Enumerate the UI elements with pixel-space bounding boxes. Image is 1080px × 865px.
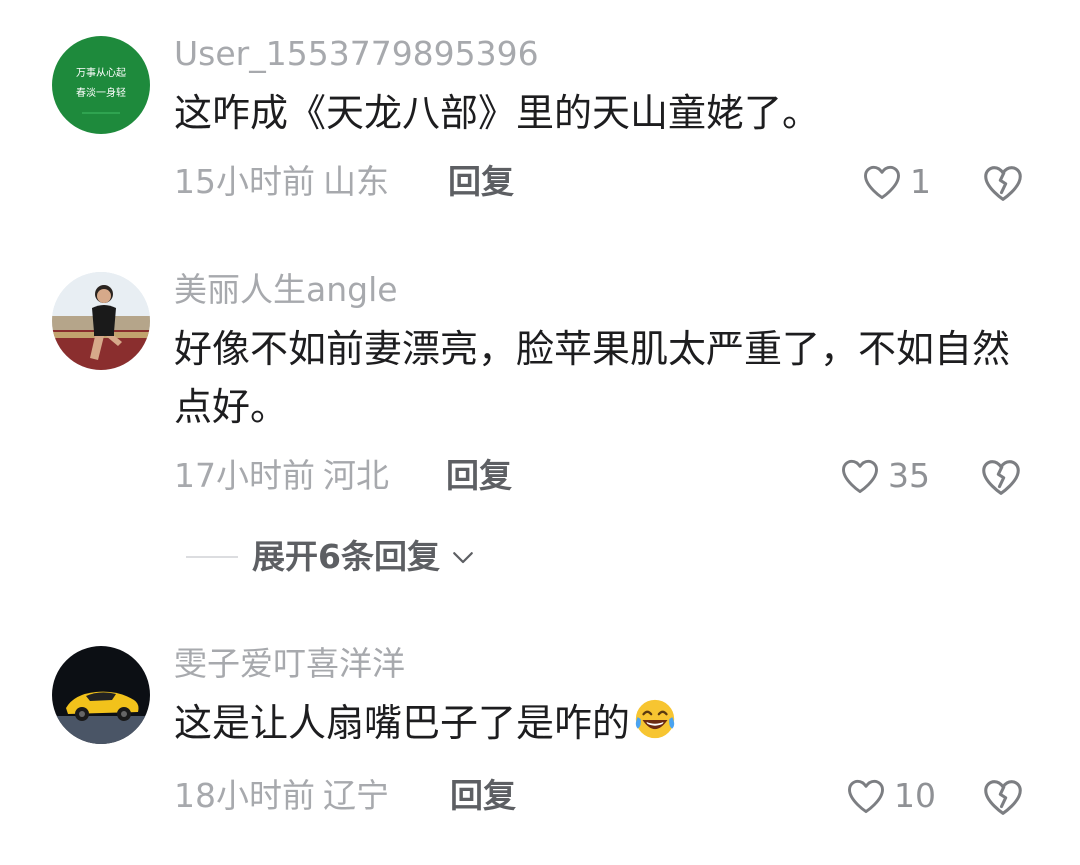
avatar[interactable] [52, 272, 150, 370]
username[interactable]: 美丽人生angle [174, 270, 398, 310]
username[interactable]: 雯子爱叮喜洋洋 [174, 644, 405, 684]
avatar-text-line1: 万事从心起 [76, 66, 126, 79]
like-button[interactable]: 1 [860, 160, 931, 204]
comment-time: 18小时前 [174, 776, 315, 815]
broken-heart-icon [984, 780, 1022, 815]
heart-outline-icon [848, 779, 884, 814]
comment-text: 这咋成《天龙八部》里的天山童姥了。 [174, 91, 821, 135]
like-count: 1 [910, 162, 931, 201]
expand-replies-button[interactable]: 展开6条回复 [186, 537, 478, 577]
chevron-down-icon [453, 552, 473, 564]
dislike-button[interactable] [980, 774, 1026, 820]
comment-meta: 18小时前 辽宁 [174, 776, 389, 816]
comment-location: 辽宁 [323, 776, 389, 815]
like-count: 10 [894, 776, 936, 815]
comment-meta: 17小时前 河北 [174, 456, 389, 496]
comment-meta: 15小时前 山东 [174, 162, 389, 202]
comment-text: 这是让人扇嘴巴子了是咋的 [174, 694, 1024, 752]
divider-line [186, 556, 238, 558]
comment-location: 山东 [323, 162, 389, 201]
heart-outline-icon [842, 459, 878, 494]
dislike-button[interactable] [978, 454, 1024, 500]
comment-time: 15小时前 [174, 162, 315, 201]
comment-text-content: 这是让人扇嘴巴子了是咋的 [174, 701, 631, 745]
heart-outline-icon [864, 165, 900, 200]
reply-button[interactable]: 回复 [450, 776, 516, 816]
username[interactable]: User_1553779895396 [174, 34, 539, 74]
broken-heart-icon [984, 166, 1022, 201]
like-count: 35 [888, 456, 930, 495]
reply-button[interactable]: 回复 [446, 456, 512, 496]
comment-time: 17小时前 [174, 456, 315, 495]
like-button[interactable]: 35 [838, 454, 930, 498]
comment-text: 好像不如前妻漂亮，脸苹果肌太严重了，不如自然点好。 [174, 327, 1011, 429]
like-button[interactable]: 10 [844, 774, 936, 818]
avatar[interactable] [52, 646, 150, 744]
dislike-button[interactable] [980, 160, 1026, 206]
avatar-text-line2: 春淡一身轻 [76, 86, 126, 99]
laughing-tears-emoji [635, 699, 675, 739]
broken-heart-icon [982, 460, 1020, 495]
expand-replies-label: 展开6条回复 [252, 537, 440, 576]
reply-button[interactable]: 回复 [448, 162, 514, 202]
comment-location: 河北 [323, 456, 389, 495]
avatar[interactable]: 万事从心起 春淡一身轻 [52, 36, 150, 134]
